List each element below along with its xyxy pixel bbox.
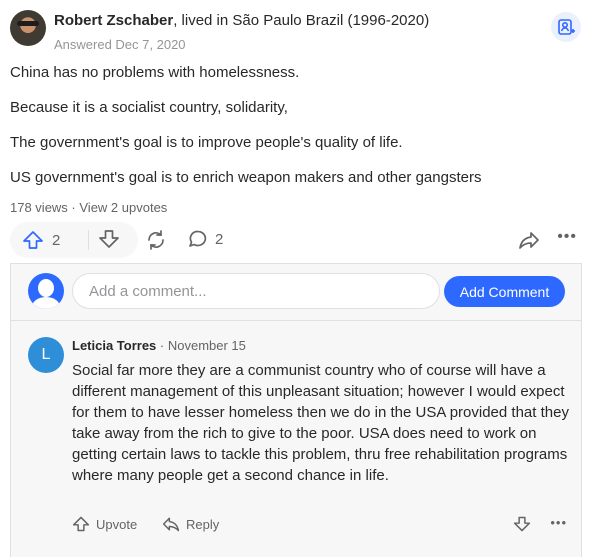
author-credential: , lived in São Paulo Brazil (1996-2020) <box>173 12 430 29</box>
author-name[interactable]: Robert Zschaber <box>54 12 173 29</box>
answered-date[interactable]: Answered Dec 7, 2020 <box>54 37 186 52</box>
views-count: 178 views <box>10 200 68 215</box>
upvote-arrow-icon <box>22 229 44 251</box>
comments-divider <box>11 320 581 321</box>
vote-pill: 2 <box>10 222 138 258</box>
answer-actions: 2 2 ••• <box>10 222 581 258</box>
downvote-arrow-icon <box>513 515 531 533</box>
comment-reply-button[interactable]: Reply <box>162 515 219 533</box>
comment-more-button[interactable]: ••• <box>550 515 567 530</box>
view-upvotes-link[interactable]: View 2 upvotes <box>79 200 167 215</box>
answer-header: Robert Zschaber, lived in São Paulo Braz… <box>10 10 581 54</box>
forward-button[interactable] <box>517 228 541 252</box>
follow-button[interactable] <box>551 12 581 42</box>
author-line: Robert Zschaber, lived in São Paulo Braz… <box>54 12 429 29</box>
author-avatar[interactable] <box>10 10 46 46</box>
upvote-count: 2 <box>52 231 61 249</box>
comment-author[interactable]: Leticia Torres <box>72 338 156 353</box>
reply-arrow-icon <box>162 515 180 533</box>
comment-date: · November 15 <box>156 338 246 353</box>
comment-input[interactable] <box>72 273 440 309</box>
more-options-button[interactable]: ••• <box>557 228 577 246</box>
comment-actions: Upvote Reply ••• <box>72 515 567 539</box>
share-button[interactable] <box>144 228 168 252</box>
comment-reply-label: Reply <box>186 516 220 532</box>
forward-share-icon <box>517 228 541 252</box>
current-user-avatar <box>28 273 64 309</box>
downvote-button[interactable] <box>98 228 120 250</box>
answer-paragraph: The government's goal is to improve peop… <box>10 134 403 151</box>
comment-upvote-label: Upvote <box>96 516 138 532</box>
answer-paragraph: US government's goal is to enrich weapon… <box>10 169 482 186</box>
comment-author-line: Leticia Torres · November 15 <box>72 338 246 353</box>
add-person-icon <box>557 18 575 36</box>
share-icon <box>144 228 168 252</box>
comment-text: Social far more they are a communist cou… <box>72 362 569 484</box>
answer-paragraph: China has no problems with homelessness. <box>10 64 300 81</box>
comment-count: 2 <box>215 230 224 248</box>
downvote-arrow-icon <box>98 228 120 250</box>
answer-body: China has no problems with homelessness.… <box>10 62 570 202</box>
comment-bubble-icon <box>187 228 209 250</box>
upvote-button[interactable]: 2 <box>22 228 60 252</box>
comment-downvote-button[interactable] <box>513 515 531 533</box>
upvote-arrow-icon <box>72 515 90 533</box>
comment-upvote-button[interactable]: Upvote <box>72 515 137 533</box>
add-comment-button[interactable]: Add Comment <box>444 276 565 307</box>
vote-divider <box>88 230 89 250</box>
comment-button[interactable]: 2 <box>187 228 223 250</box>
meta-separator: · <box>67 200 80 215</box>
answer-meta: 178 views · View 2 upvotes <box>10 200 167 215</box>
answer-paragraph: Because it is a socialist country, solid… <box>10 99 288 116</box>
comments-section: Add Comment L Leticia Torres · November … <box>10 263 582 557</box>
commenter-avatar[interactable]: L <box>28 337 64 373</box>
